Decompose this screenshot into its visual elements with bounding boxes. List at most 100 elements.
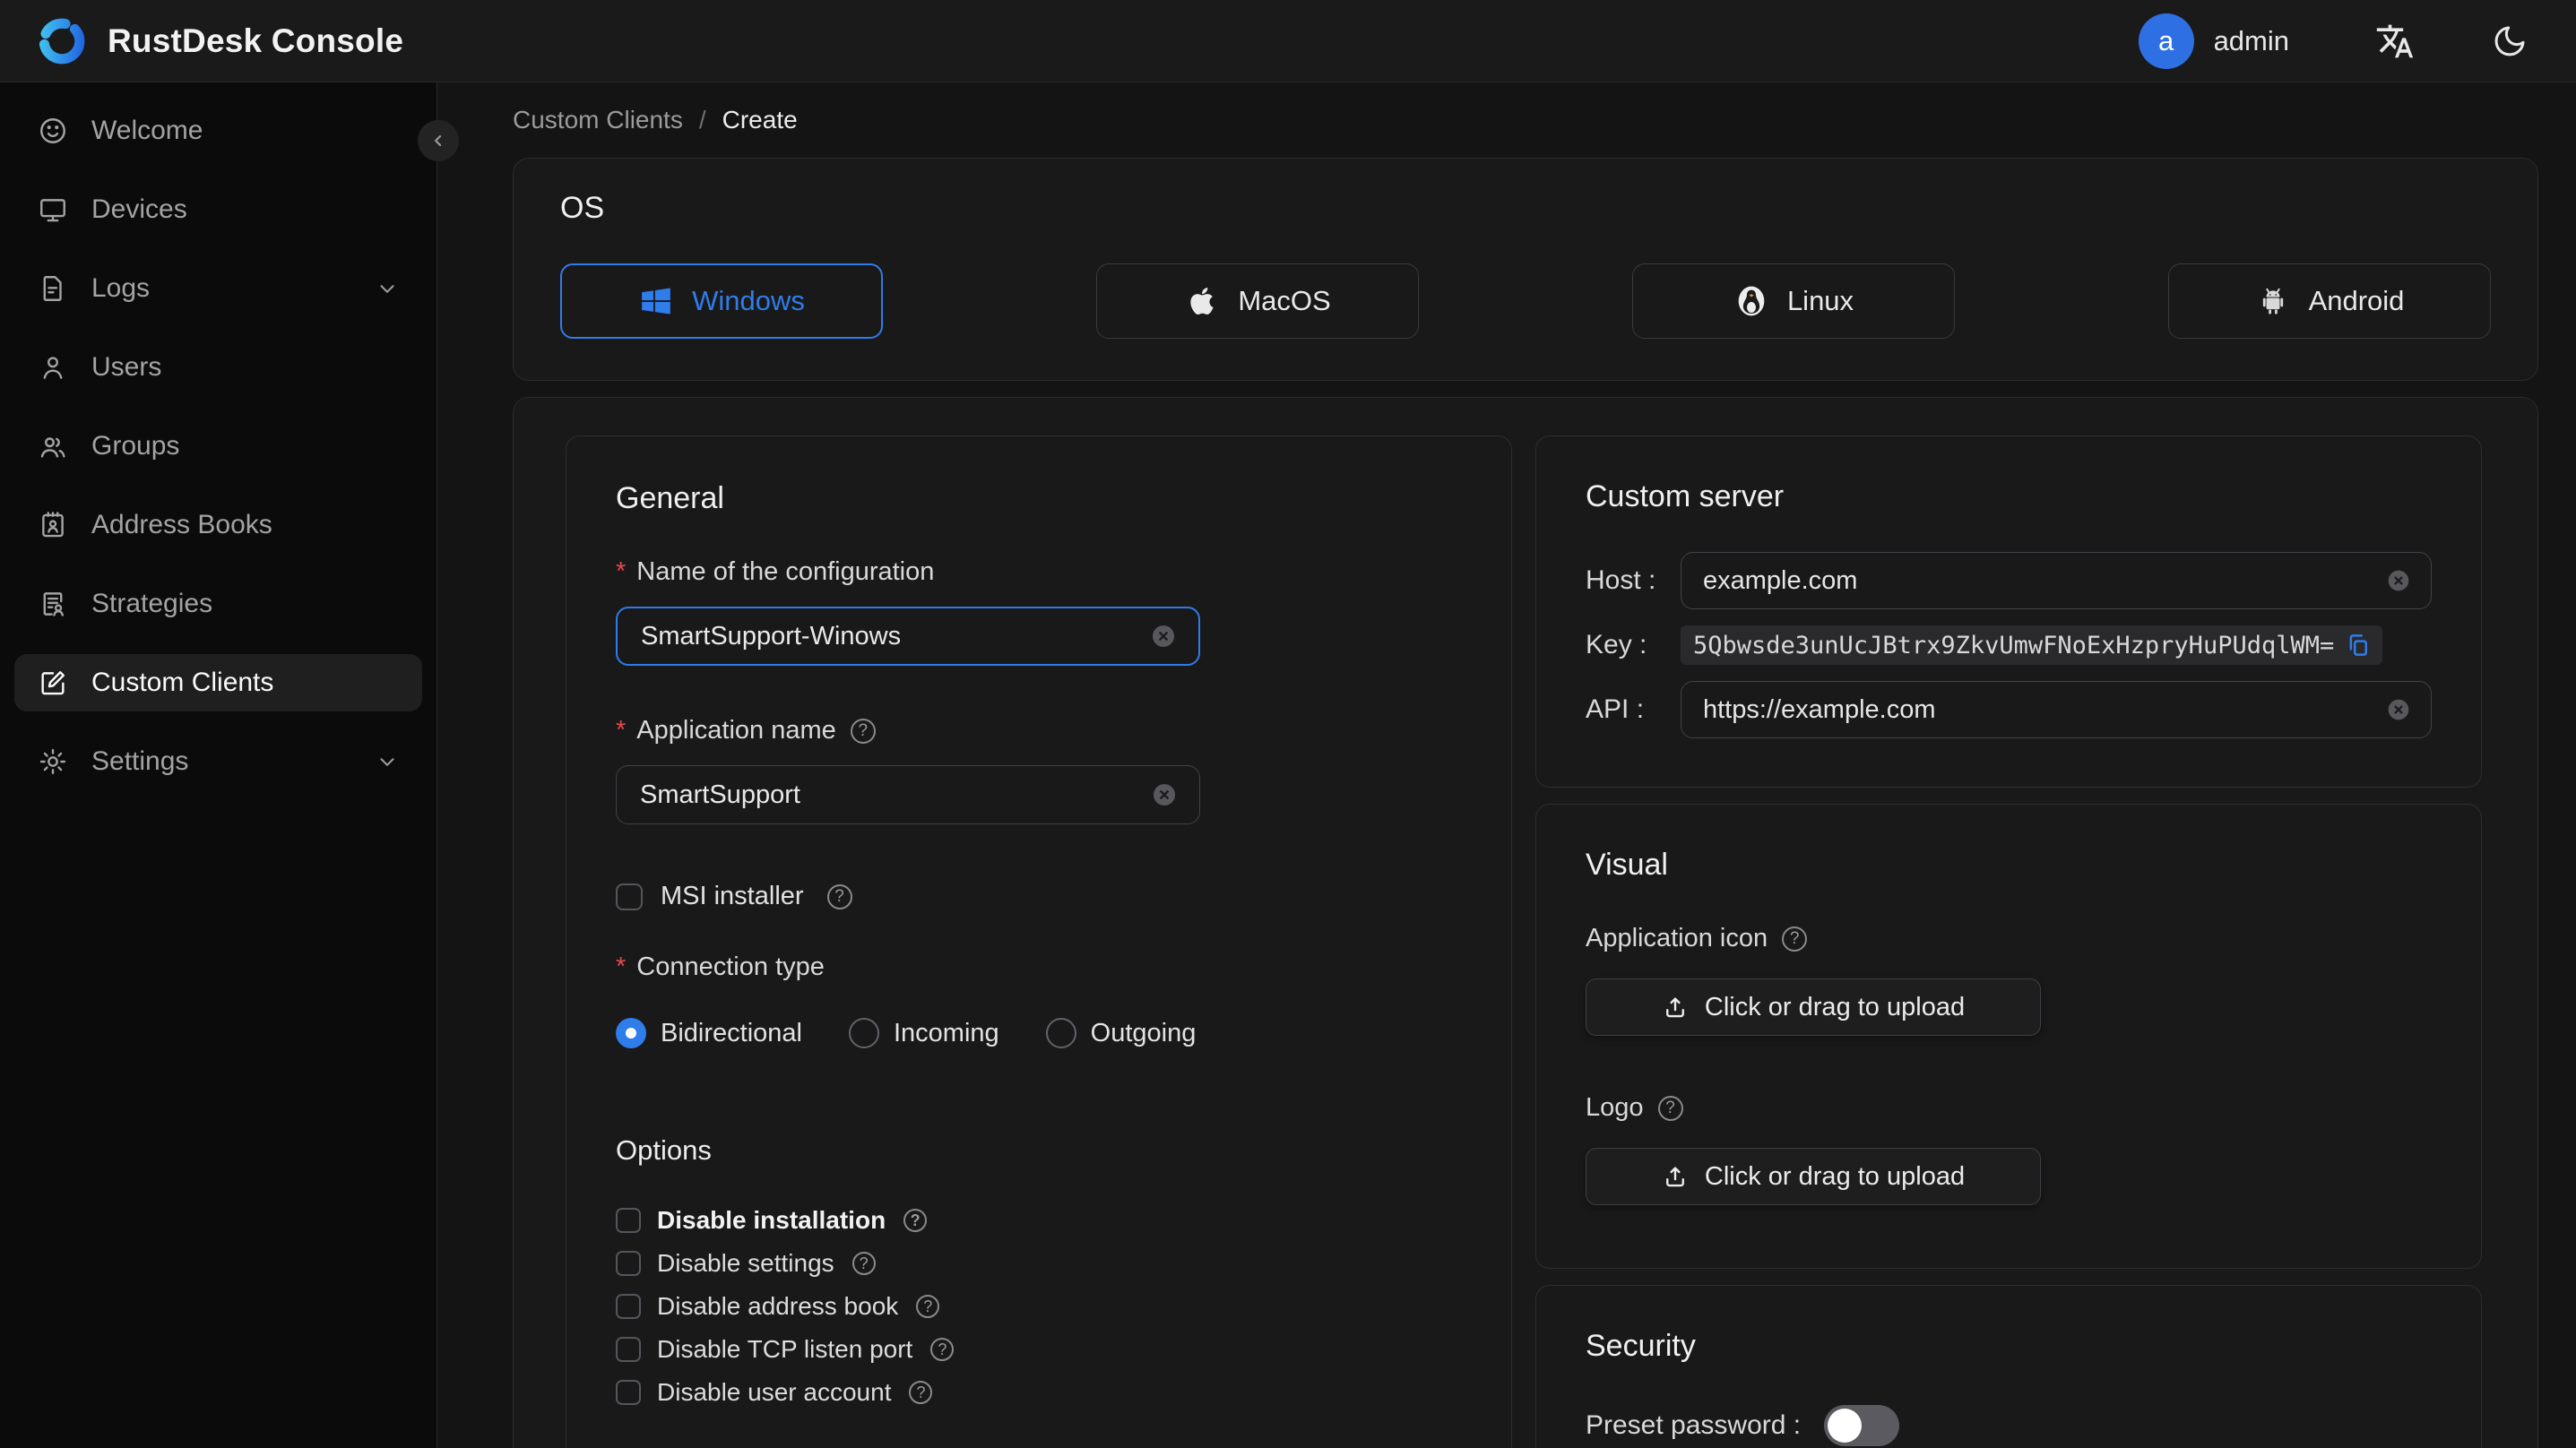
radio-button[interactable] [616,1018,646,1048]
windows-icon [642,288,670,315]
config-name-label: * Name of the configuration [616,557,935,586]
logo-upload-button[interactable]: Click or drag to upload [1586,1148,2041,1205]
sidebar-item-address-books[interactable]: Address Books [14,496,422,554]
msi-installer-checkbox[interactable] [616,883,643,910]
app-title: RustDesk Console [108,22,404,59]
help-icon[interactable]: ? [850,718,876,744]
logo-label: Logo ? [1586,1093,2432,1123]
sidebar-item-groups[interactable]: Groups [14,418,422,475]
sidebar-item-label: Groups [91,431,180,461]
disable-installation-checkbox[interactable] [616,1208,641,1233]
config-name-input[interactable] [641,621,1148,651]
sidebar-item-label: Address Books [91,510,272,539]
connection-type-options: Bidirectional Incoming Outgoing [616,1018,1462,1048]
help-icon[interactable]: ? [851,1252,876,1275]
os-card: OS Windows MacOS Linux Android [513,158,2538,381]
sidebar-item-users[interactable]: Users [14,339,422,396]
right-column: Custom server Host : example.com Key: 5… [1535,435,2482,1448]
help-icon[interactable]: ? [1782,926,1808,952]
os-button-label: Linux [1786,285,1854,316]
custom-server-card: Custom server Host : example.com Key: 5… [1535,435,2482,788]
document-icon [43,276,62,301]
sidebar-item-label: Settings [91,746,189,776]
key-label: Key : [1586,630,1647,659]
clear-icon[interactable] [2384,695,2413,724]
custom-server-title: Custom server [1586,479,1785,513]
topbar: RustDesk Console a admin [0,0,2576,82]
os-button-linux[interactable]: Linux [1632,263,1955,339]
sidebar-item-devices[interactable]: Devices [14,181,422,238]
sidebar-collapse-button[interactable] [418,120,459,161]
app-name-input[interactable] [640,780,1149,810]
host-input[interactable] [1703,565,2384,596]
preset-password-toggle[interactable] [1824,1405,1900,1446]
chevron-down-icon [380,285,394,293]
api-input[interactable] [1703,694,2384,725]
upload-button-label: Click or drag to upload [1704,1161,1966,1191]
toggle-knob [1828,1409,1863,1443]
help-icon[interactable]: ? [903,1209,928,1232]
os-button-label: MacOS [1238,285,1331,316]
breadcrumb: Custom Clients / Create [513,106,2538,134]
api-row: API : [1586,681,2432,738]
application-icon-label: Application icon ? [1586,924,2432,953]
general-title: General [616,481,724,515]
disable-settings-checkbox[interactable] [616,1251,641,1276]
os-button-windows[interactable]: Windows [560,263,883,339]
clear-icon[interactable] [1149,780,1180,810]
help-icon[interactable]: ? [826,883,852,909]
visual-title: Visual [1586,848,1668,882]
os-button-macos[interactable]: MacOS [1096,263,1419,339]
upload-icon [1665,1167,1684,1187]
android-icon [2262,288,2283,315]
breadcrumb-parent[interactable]: Custom Clients [513,106,683,134]
clear-icon[interactable] [2384,566,2413,595]
radio-bidirectional[interactable]: Bidirectional [616,1018,802,1048]
connection-type-label: * Connection type [616,952,825,981]
security-title: Security [1586,1329,1696,1363]
os-button-android[interactable]: Android [2168,263,2491,339]
application-icon-upload-button[interactable]: Click or drag to upload [1586,978,2041,1036]
key-value-chip: 5Qbwsde3unUcJBtrx9ZkvUmwFNoExHzpryHuPUdq… [1681,625,2383,665]
help-icon[interactable]: ? [930,1338,955,1361]
help-icon[interactable]: ? [916,1295,940,1318]
sidebar-item-label: Logs [91,273,151,303]
users-icon [40,437,65,458]
user-avatar[interactable]: a [2138,13,2194,69]
radio-button[interactable] [1045,1018,1076,1048]
security-card: Security Preset password : [1535,1285,2482,1448]
disable-address-book-checkbox[interactable] [616,1294,641,1319]
key-row: Key : 5Qbwsde3unUcJBtrx9ZkvUmwFNoExHzpry… [1586,625,2432,665]
sidebar-item-label: Users [91,352,162,382]
os-section-title: OS [560,191,605,225]
radio-incoming[interactable]: Incoming [848,1018,999,1048]
radio-button[interactable] [848,1018,879,1048]
key-value: 5Qbwsde3unUcJBtrx9ZkvUmwFNoExHzpryHuPUdq… [1693,631,2335,659]
radio-outgoing[interactable]: Outgoing [1045,1018,1196,1048]
sidebar-item-welcome[interactable]: Welcome [14,102,422,159]
moon-icon[interactable] [2492,23,2528,59]
host-field [1681,552,2432,609]
option-disable-installation: Disable installation ? [616,1206,1462,1235]
sidebar-item-settings[interactable]: Settings [14,733,422,790]
sidebar-item-logs[interactable]: Logs [14,260,422,317]
avatar-initial: a [2157,24,2174,56]
os-button-label: Android [2308,285,2405,316]
clear-icon[interactable] [1148,621,1179,651]
copy-icon[interactable] [2345,632,2372,659]
upload-button-label: Click or drag to upload [1704,992,1966,1021]
options-title: Options [616,1134,712,1166]
user-name[interactable]: admin [2214,25,2289,57]
disable-user-account-checkbox[interactable] [616,1380,641,1405]
sidebar-item-custom-clients[interactable]: Custom Clients [14,654,422,711]
help-icon[interactable]: ? [1657,1095,1683,1121]
disable-tcp-listen-port-checkbox[interactable] [616,1337,641,1362]
help-icon[interactable]: ? [909,1381,933,1404]
create-form-card: General * Name of the configuration * Ap… [513,397,2538,1448]
visual-card: Visual Application icon ? Click or drag … [1535,804,2482,1269]
translate-icon[interactable] [2375,22,2415,61]
os-button-label: Windows [692,285,805,316]
sidebar-item-strategies[interactable]: Strategies [14,575,422,633]
upload-icon [1665,997,1684,1018]
monitor-icon [40,199,65,222]
